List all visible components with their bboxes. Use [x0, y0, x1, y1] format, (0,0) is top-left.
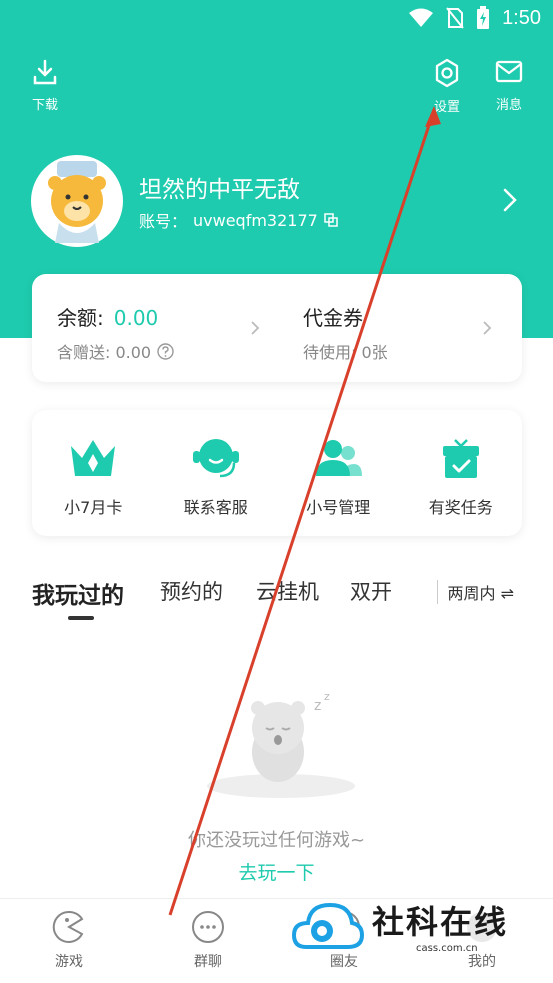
- download-button[interactable]: 下载: [15, 58, 75, 113]
- watermark-text: 社科在线: [372, 903, 509, 941]
- balance-value: 0.00: [113, 306, 159, 330]
- gear-icon: [435, 58, 459, 88]
- quick-actions-card: 小7月卡 联系客服 小号管理 有奖任务: [32, 410, 522, 536]
- messages-button[interactable]: 消息: [479, 58, 539, 113]
- nav-item-group-chat[interactable]: 群聊: [168, 909, 248, 971]
- tab-dual-open[interactable]: 双开: [350, 576, 392, 606]
- active-tab-indicator: [68, 616, 94, 620]
- account-id: uvweqfm32177: [193, 210, 318, 230]
- quick-action-monthly-card[interactable]: 小7月卡: [32, 410, 155, 536]
- settings-button[interactable]: 设置: [417, 58, 477, 115]
- quick-action-reward-tasks[interactable]: 有奖任务: [400, 410, 523, 536]
- tab-cloud-hosting[interactable]: 云挂机: [256, 576, 319, 606]
- empty-state-message: 你还没玩过任何游戏~: [187, 830, 366, 851]
- quick-action-label: 联系客服: [183, 498, 248, 517]
- watermark-logo-icon: [292, 902, 364, 949]
- wifi-icon: [409, 8, 434, 27]
- battery-icon: [477, 6, 490, 29]
- pacman-icon: [52, 910, 84, 943]
- headset-icon: [192, 439, 239, 478]
- voucher-section[interactable]: 代金券 待使用: 0张: [303, 302, 388, 363]
- account-prefix: 账号：: [139, 212, 188, 231]
- sleeping-tiger-illustration: z z: [207, 690, 355, 798]
- balance-label: 余额:: [57, 306, 104, 330]
- settings-label: 设置: [433, 100, 460, 115]
- gift-balance-label: 含赠送: 0.00: [57, 343, 152, 362]
- nav-label: 群聊: [194, 954, 222, 970]
- quick-action-account-manage[interactable]: 小号管理: [277, 410, 400, 536]
- mail-icon: [495, 60, 523, 83]
- balance-chevron-right-icon: [251, 321, 260, 335]
- tab-reserved[interactable]: 预约的: [160, 576, 223, 606]
- download-label: 下载: [31, 98, 58, 113]
- svg-text:z: z: [324, 690, 330, 703]
- quick-action-label: 小7月卡: [64, 498, 123, 517]
- gift-icon: [442, 439, 479, 478]
- nav-item-games[interactable]: 游戏: [29, 909, 109, 971]
- tiger-mascot-icon: [48, 161, 106, 243]
- download-icon: [33, 59, 57, 85]
- watermark: 社科在线 cass.com.cn: [292, 895, 532, 965]
- voucher-chevron-right-icon: [483, 321, 492, 335]
- chat-icon: [192, 911, 224, 943]
- nickname: 坦然的中平无敌: [139, 177, 300, 203]
- voucher-pending: 待使用: 0张: [303, 343, 388, 362]
- voucher-label: 代金券: [303, 306, 363, 330]
- avatar[interactable]: [31, 155, 123, 247]
- copy-icon[interactable]: [324, 213, 338, 227]
- quick-action-label: 小号管理: [306, 498, 371, 517]
- svg-text:z: z: [314, 698, 321, 714]
- tab-played[interactable]: 我玩过的: [32, 576, 124, 610]
- messages-label: 消息: [495, 98, 522, 113]
- balance-section[interactable]: 余额: 0.00 含赠送: 0.00: [57, 302, 174, 363]
- status-time: 1:50: [502, 6, 541, 29]
- period-filter[interactable]: 两周内 ⇌: [436, 580, 514, 604]
- nav-label: 游戏: [55, 954, 83, 970]
- users-icon: [316, 440, 363, 476]
- no-sim-icon: [446, 7, 464, 29]
- account-row: 账号： uvweqfm32177: [139, 208, 338, 232]
- quick-action-customer-service[interactable]: 联系客服: [155, 410, 278, 536]
- status-bar: 1:50: [0, 0, 553, 40]
- tab-bar: 我玩过的 预约的 云挂机 双开 两周内 ⇌: [32, 576, 522, 626]
- profile-chevron-right-icon[interactable]: [503, 188, 517, 212]
- crown-icon: [71, 440, 116, 476]
- watermark-url: cass.com.cn: [416, 943, 478, 954]
- quick-action-label: 有奖任务: [428, 498, 493, 517]
- go-play-link[interactable]: 去玩一下: [0, 858, 553, 885]
- balance-card: 余额: 0.00 含赠送: 0.00 代金券 待使用: 0张: [32, 274, 522, 382]
- question-icon[interactable]: [157, 342, 174, 360]
